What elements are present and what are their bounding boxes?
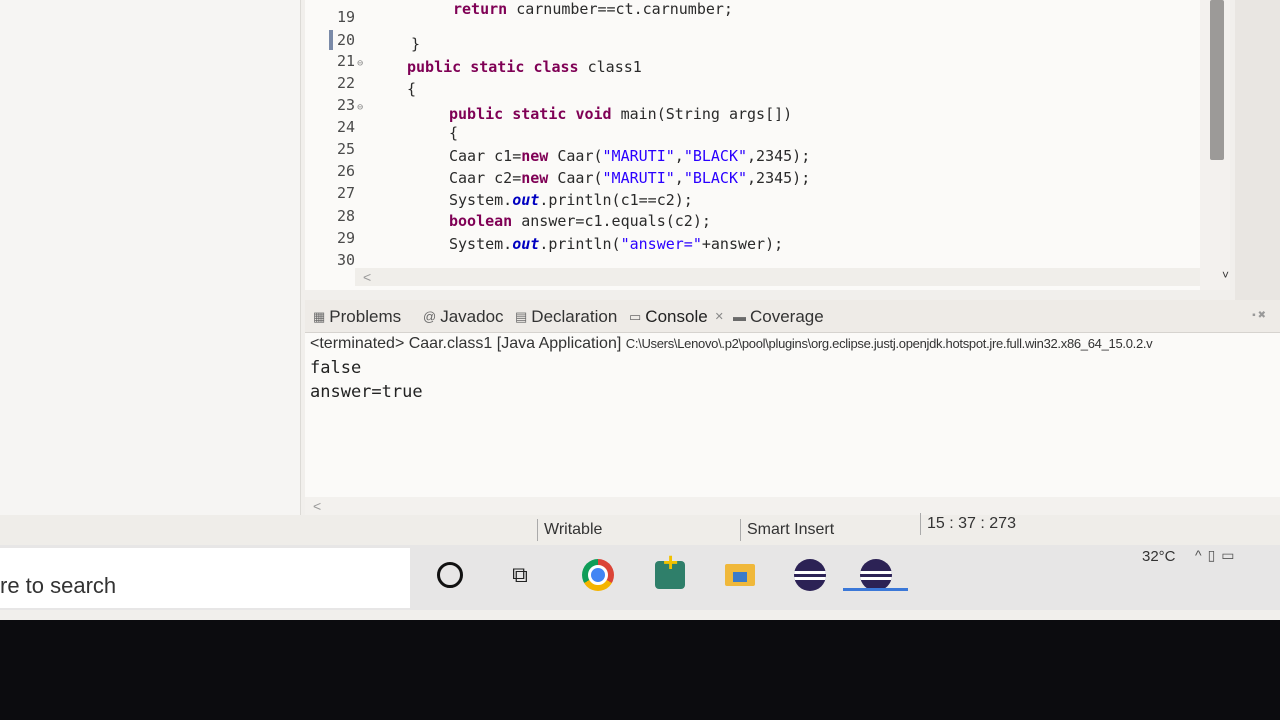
coverage-icon: ▬ <box>733 309 746 324</box>
code-line: System.out.println(c1==c2); <box>449 191 693 209</box>
tab-coverage[interactable]: ▬ Coverage <box>733 305 824 329</box>
scroll-left-icon[interactable]: < <box>363 268 371 286</box>
code-line: boolean answer=c1.equals(c2); <box>449 212 711 230</box>
code-line: } <box>411 35 421 53</box>
minimize-maximize-icons[interactable]: ▪✖ <box>1252 310 1268 321</box>
app-plus-icon[interactable] <box>650 547 690 595</box>
line-number: 19 <box>337 8 356 26</box>
line-number: 23 ⊖ <box>337 96 364 114</box>
code-line: public static class class1 <box>407 58 642 76</box>
console-status: <terminated> Caar.class1 [Java Applicati… <box>310 335 1153 352</box>
problems-icon: ▦ <box>313 309 326 324</box>
line-number: 22 <box>337 74 356 92</box>
view-tab-bar: ▦ Problems @ Javadoc ▤ Declaration ▭ Console… <box>305 300 1280 333</box>
code-line: public static void main(String args[]) <box>449 105 793 123</box>
code-line: return carnumber==ct.carnumber; <box>453 0 733 18</box>
code-area[interactable]: return carnumber==ct.carnumber; } public… <box>405 0 1225 290</box>
code-line: System.out.println("answer="+answer); <box>449 235 784 253</box>
windows-taskbar: re to search ⧉ 32°C ^▯▭ <box>0 545 1280 610</box>
fold-icon[interactable]: ⊖ <box>357 58 363 69</box>
cursor-position: 15 : 37 : 273 <box>920 513 1016 535</box>
line-number: 21 ⊖ <box>337 52 364 70</box>
right-margin <box>1235 0 1280 300</box>
system-tray-icons[interactable]: ^▯▭ <box>1195 547 1241 564</box>
line-number: 26 <box>337 162 356 180</box>
temperature-readout[interactable]: 32°C <box>1142 548 1176 565</box>
line-number: 25 <box>337 140 356 158</box>
cortana-icon[interactable] <box>430 555 470 595</box>
writable-status: Writable <box>537 519 602 541</box>
file-explorer-icon[interactable] <box>720 555 760 595</box>
current-line-marker <box>329 30 333 50</box>
code-line: { <box>407 80 417 98</box>
close-icon[interactable]: ✕ <box>715 305 724 329</box>
fold-icon[interactable]: ⊖ <box>357 102 363 113</box>
console-output[interactable]: false answer=true <box>310 356 423 404</box>
line-number: 27 <box>337 184 356 202</box>
javadoc-icon: @ <box>423 309 437 324</box>
output-line: false <box>310 358 362 378</box>
screen: 19 20 21 ⊖ 22 23 ⊖ 24 25 26 27 28 29 30 re… <box>0 0 1280 620</box>
line-number: 29 <box>337 229 356 247</box>
line-number: 28 <box>337 207 356 225</box>
insert-mode-status: Smart Insert <box>740 519 834 541</box>
scroll-left-icon[interactable]: < <box>313 497 321 515</box>
task-view-icon[interactable]: ⧉ <box>500 555 540 595</box>
console-horizontal-scrollbar[interactable]: < <box>305 497 1280 515</box>
search-placeholder: re to search <box>0 573 117 598</box>
scroll-down-icon[interactable]: ˅ <box>1222 268 1229 282</box>
chrome-icon[interactable] <box>578 555 618 595</box>
line-number-gutter: 19 20 21 ⊖ 22 23 ⊖ 24 25 26 27 28 29 30 <box>315 0 365 290</box>
java-path: C:\Users\Lenovo\.p2\pool\plugins\org.ecl… <box>625 336 1153 351</box>
eclipse-icon[interactable] <box>790 555 830 595</box>
tab-console[interactable]: ▭ Console ✕ <box>629 305 724 329</box>
code-line: { <box>449 124 459 142</box>
active-app-indicator <box>843 588 908 591</box>
output-line: answer=true <box>310 382 423 402</box>
declaration-icon: ▤ <box>515 309 528 324</box>
tab-declaration[interactable]: ▤ Declaration <box>515 305 617 329</box>
tab-javadoc[interactable]: @ Javadoc <box>423 305 504 329</box>
package-explorer-panel <box>0 0 301 520</box>
search-box[interactable]: re to search <box>0 548 410 608</box>
status-bar: Writable Smart Insert 15 : 37 : 273 <box>0 513 1280 545</box>
editor-scroll-thumb[interactable] <box>1210 0 1224 160</box>
views-panel: ▦ Problems @ Javadoc ▤ Declaration ▭ Console… <box>305 300 1280 515</box>
code-editor[interactable]: 19 20 21 ⊖ 22 23 ⊖ 24 25 26 27 28 29 30 re… <box>305 0 1230 290</box>
code-line: Caar c1=new Caar("MARUTI","BLACK",2345); <box>449 147 811 165</box>
line-number: 20 <box>337 31 356 49</box>
tab-problems[interactable]: ▦ Problems <box>313 305 401 329</box>
console-icon: ▭ <box>629 309 642 324</box>
editor-horizontal-scrollbar[interactable]: < <box>355 268 1215 286</box>
line-number: 24 <box>337 118 356 136</box>
code-line: Caar c2=new Caar("MARUTI","BLACK",2345); <box>449 169 811 187</box>
